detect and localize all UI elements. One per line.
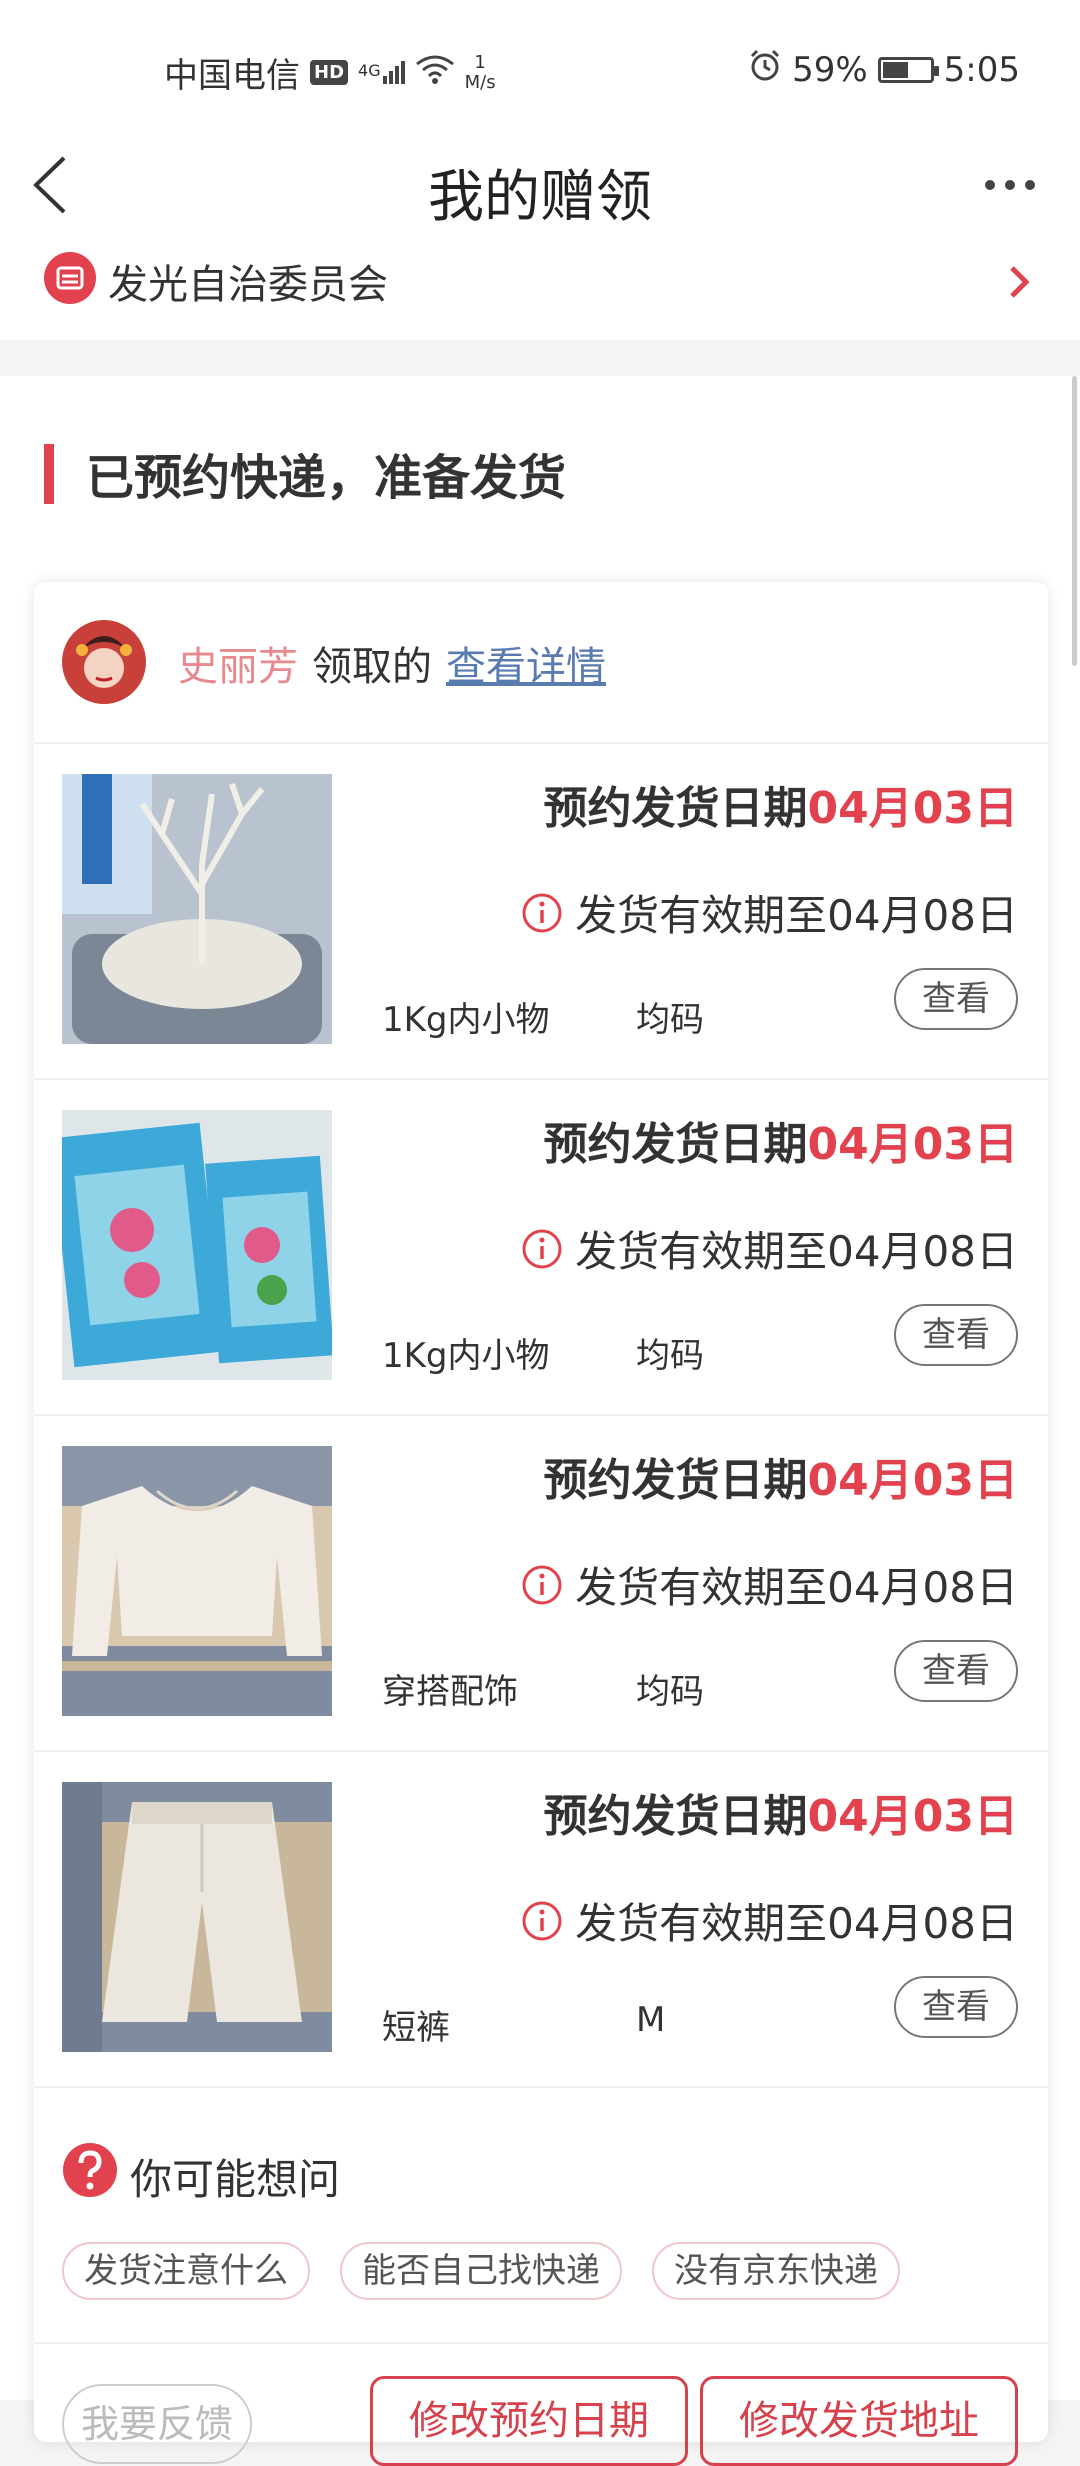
status-left: 中国电信 HD 4G 1 M/s xyxy=(164,48,496,97)
faq-section: 你可能想问 发货注意什么 能否自己找快递 没有京东快递 xyxy=(34,2102,1048,2342)
view-button[interactable]: 查看 xyxy=(894,1976,1018,2038)
claimer-name: 史丽芳 xyxy=(178,644,298,690)
ship-date-label: 预约发货日期 xyxy=(543,783,808,834)
ship-date-line: 预约发货日期04月03日 xyxy=(544,1444,1018,1508)
view-button[interactable]: 查看 xyxy=(894,1304,1018,1366)
section-accent-bar xyxy=(44,444,54,504)
card-header: 史丽芳 领取的 查看详情 xyxy=(34,582,1048,744)
item-category: 穿搭配饰 xyxy=(382,1672,518,1712)
card-footer: 我要反馈 修改预约日期 修改发货地址 xyxy=(34,2342,1048,2466)
item-image-shorts xyxy=(62,1782,332,2052)
ship-date-line: 预约发货日期04月03日 xyxy=(544,772,1018,836)
ship-date-line: 预约发货日期04月03日 xyxy=(544,1108,1018,1172)
alarm-icon xyxy=(748,48,782,91)
validity-line: 发货有效期至04月08日 xyxy=(521,882,1018,943)
status-right: 59% 5:05 xyxy=(748,48,1020,91)
wifi-icon xyxy=(415,53,455,93)
signal-type-label: 4G xyxy=(358,61,381,80)
list-item: 预约发货日期04月03日 发货有效期至04月08日 1Kg内小物 均码 查看 xyxy=(34,1078,1048,1416)
info-icon xyxy=(522,893,562,932)
list-item: 预约发货日期04月03日 发货有效期至04月08日 1Kg内小物 均码 查看 xyxy=(34,742,1048,1080)
item-image-knit-top xyxy=(62,1446,332,1716)
validity-text: 发货有效期至04月08日 xyxy=(575,1227,1018,1276)
item-image-packets xyxy=(62,1110,332,1380)
chevron-right-icon xyxy=(1004,262,1034,302)
claim-card: 史丽芳 领取的 查看详情 预约发货日期04月03日 发货有效期至04月08日 1… xyxy=(34,582,1048,2466)
validity-text: 发货有效期至04月08日 xyxy=(575,1899,1018,1948)
net-speed: 1 M/s xyxy=(464,51,496,93)
feedback-button[interactable]: 我要反馈 xyxy=(62,2384,252,2464)
ship-date: 04月03日 xyxy=(807,783,1018,834)
ship-date-line: 预约发货日期04月03日 xyxy=(544,1780,1018,1844)
ship-date: 04月03日 xyxy=(807,1119,1018,1170)
info-icon xyxy=(522,1901,562,1940)
page-title: 我的赠领 xyxy=(428,165,652,230)
status-bar: 中国电信 HD 4G 1 M/s 59% 5:05 xyxy=(0,0,1080,130)
list-item: 预约发货日期04月03日 发货有效期至04月08日 短裤 M 查看 xyxy=(34,1750,1048,2088)
battery-percent: 59% xyxy=(792,49,868,90)
more-dots-icon xyxy=(985,180,1035,190)
item-size: 均码 xyxy=(636,1672,704,1712)
claim-text: 领取的 xyxy=(312,644,432,690)
signal-icon: 4G xyxy=(358,61,405,84)
faq-tag[interactable]: 能否自己找快递 xyxy=(340,2242,622,2300)
community-row[interactable]: 发光自治委员会 xyxy=(0,240,1080,340)
faq-title: 你可能想问 xyxy=(130,2155,341,2204)
ship-date-label: 预约发货日期 xyxy=(543,1119,808,1170)
faq-tag[interactable]: 发货注意什么 xyxy=(62,2242,310,2300)
battery-fill xyxy=(882,61,909,78)
change-date-button[interactable]: 修改预约日期 xyxy=(370,2376,688,2466)
validity-text: 发货有效期至04月08日 xyxy=(575,891,1018,940)
validity-line: 发货有效期至04月08日 xyxy=(521,1890,1018,1951)
more-button[interactable] xyxy=(980,170,1040,200)
net-speed-value: 1 xyxy=(474,51,486,73)
avatar xyxy=(62,620,146,704)
hd-icon: HD xyxy=(310,60,349,85)
list-item: 预约发货日期04月03日 发货有效期至04月08日 穿搭配饰 均码 查看 xyxy=(34,1414,1048,1752)
claim-line: 史丽芳 领取的 查看详情 xyxy=(178,634,606,692)
ship-date: 04月03日 xyxy=(807,1455,1018,1506)
validity-text: 发货有效期至04月08日 xyxy=(575,1563,1018,1612)
main-content: 已预约快递，准备发货 史丽芳 领取的 查看详情 预约发货日期04月03日 发货有… xyxy=(0,376,1080,2466)
community-icon xyxy=(44,252,96,304)
view-button[interactable]: 查看 xyxy=(894,968,1018,1030)
question-icon xyxy=(62,2142,118,2198)
item-image-antler-stand xyxy=(62,774,332,1044)
validity-line: 发货有效期至04月08日 xyxy=(521,1554,1018,1615)
community-name: 发光自治委员会 xyxy=(108,262,388,308)
change-address-button[interactable]: 修改发货地址 xyxy=(700,2376,1018,2466)
view-details-link[interactable]: 查看详情 xyxy=(446,634,606,692)
ship-date-label: 预约发货日期 xyxy=(543,1455,808,1506)
info-icon xyxy=(522,1565,562,1604)
item-size: 均码 xyxy=(636,1336,704,1376)
battery-icon xyxy=(877,56,939,83)
net-speed-unit: M/s xyxy=(464,71,496,93)
item-size: M xyxy=(636,2000,666,2040)
scrollbar[interactable] xyxy=(1072,376,1077,666)
section-title: 已预约快递，准备发货 xyxy=(86,450,567,506)
item-size: 均码 xyxy=(636,1000,704,1040)
ship-date: 04月03日 xyxy=(807,1791,1018,1842)
validity-line: 发货有效期至04月08日 xyxy=(521,1218,1018,1279)
nav-bar: 我的赠领 xyxy=(0,130,1080,240)
info-icon xyxy=(522,1229,562,1268)
faq-tags: 发货注意什么 能否自己找快递 没有京东快递 xyxy=(62,2242,900,2300)
clock: 5:05 xyxy=(943,49,1020,90)
view-button[interactable]: 查看 xyxy=(894,1640,1018,1702)
item-category: 1Kg内小物 xyxy=(382,1336,550,1376)
item-category: 短裤 xyxy=(382,2008,450,2048)
faq-tag[interactable]: 没有京东快递 xyxy=(652,2242,900,2300)
ship-date-label: 预约发货日期 xyxy=(543,1791,808,1842)
item-category: 1Kg内小物 xyxy=(382,1000,550,1040)
carrier-label: 中国电信 xyxy=(164,56,300,96)
